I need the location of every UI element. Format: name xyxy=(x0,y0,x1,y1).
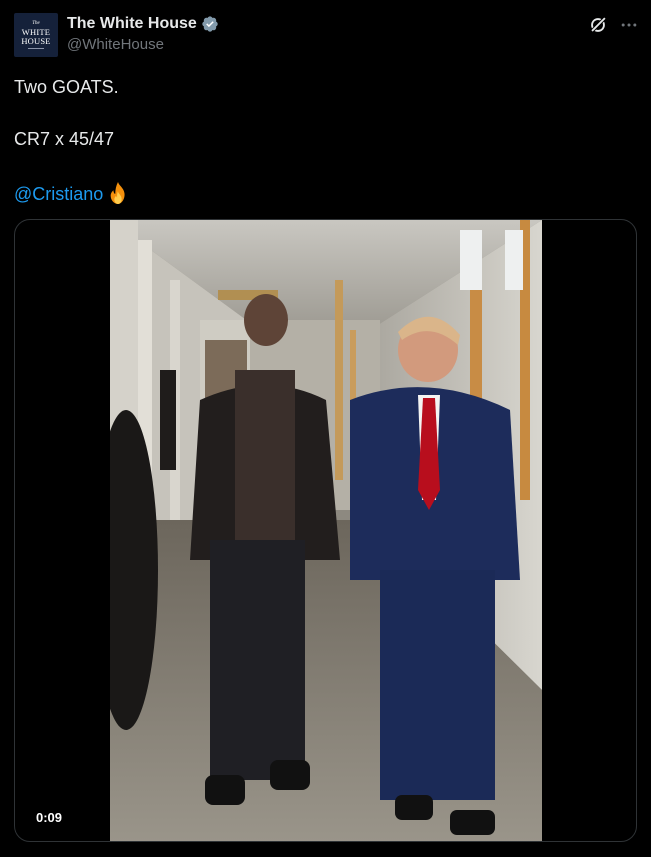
fire-emoji-icon xyxy=(110,182,125,204)
author-info: The White House @WhiteHouse xyxy=(67,14,219,53)
tweet-line-1: Two GOATS. xyxy=(14,77,119,97)
tweet-line-2: CR7 x 45/47 xyxy=(14,129,115,149)
avatar-text-line3: HOUSE xyxy=(21,35,51,46)
video-player[interactable] xyxy=(110,220,542,841)
mention-link[interactable]: @Cristiano xyxy=(14,184,103,204)
grok-icon[interactable] xyxy=(587,14,609,36)
tweet-line-3: @Cristiano xyxy=(14,181,129,204)
header-actions xyxy=(587,14,639,36)
video-frame xyxy=(110,220,542,841)
avatar-text-line1: The xyxy=(32,21,40,26)
avatar[interactable]: The WHITE HOUSE xyxy=(14,13,58,57)
display-name[interactable]: The White House xyxy=(67,15,197,33)
avatar-divider xyxy=(28,48,44,49)
video-duration: 0:09 xyxy=(28,807,71,828)
handle[interactable]: @WhiteHouse xyxy=(67,36,219,53)
more-options-icon[interactable] xyxy=(619,15,639,35)
verified-badge-icon[interactable] xyxy=(201,15,219,33)
tweet-header: The WHITE HOUSE The White House @WhiteHo… xyxy=(14,13,639,59)
media-container[interactable]: 0:09 xyxy=(14,219,637,842)
